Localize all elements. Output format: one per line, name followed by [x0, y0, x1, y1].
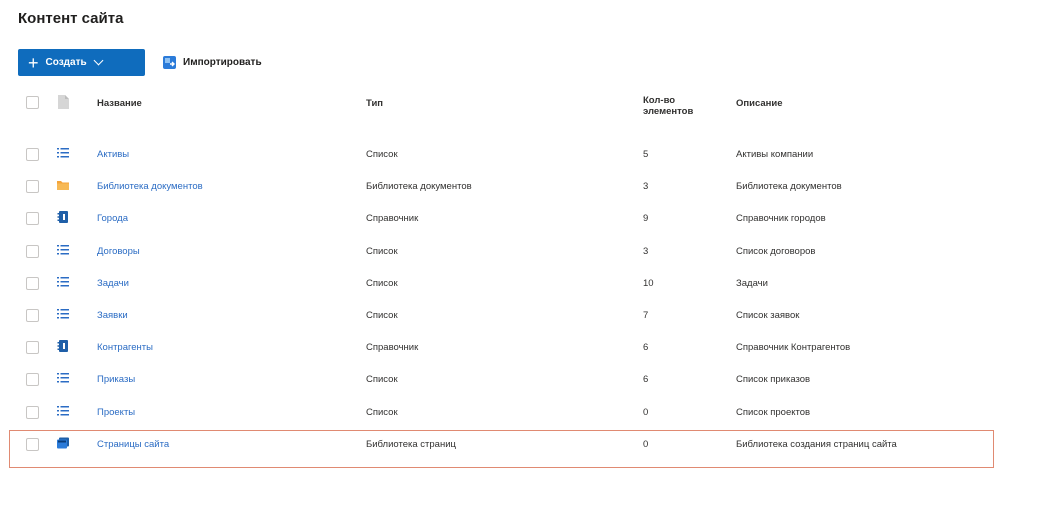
column-header-type[interactable]: Тип [366, 98, 383, 109]
item-description: Справочник Контрагентов [736, 342, 851, 354]
list-icon [57, 148, 69, 158]
import-icon [163, 56, 176, 69]
list-icon [57, 244, 69, 255]
import-button-label: Импортировать [183, 57, 262, 68]
row-checkbox[interactable] [26, 148, 39, 161]
item-count: 6 [643, 342, 649, 354]
column-header-count-line1: Кол-во [643, 95, 676, 106]
item-count: 0 [643, 438, 649, 450]
table-row[interactable]: Библиотека документов Библиотека докумен… [18, 170, 1028, 202]
chevron-down-icon [93, 55, 104, 66]
item-description: Список договоров [736, 245, 816, 257]
row-checkbox[interactable] [26, 308, 39, 322]
plus-icon: + [28, 52, 39, 73]
item-type: Список [366, 309, 398, 321]
item-count: 7 [643, 309, 649, 321]
item-name-link[interactable]: Задачи [97, 278, 129, 289]
item-name-link[interactable]: Заявки [97, 310, 128, 321]
content-list: Активы Список 5 Активы компании Библиоте… [18, 138, 1028, 460]
item-type: Список [366, 245, 398, 257]
item-name-link[interactable]: Контрагенты [97, 342, 153, 353]
item-description: Задачи [736, 277, 768, 289]
column-header-name[interactable]: Название [97, 98, 142, 109]
table-row[interactable]: Страницы сайта Библиотека страниц 0 Библ… [18, 428, 1028, 460]
table-row[interactable]: Приказы Список 6 Список приказов [18, 363, 1028, 395]
list-icon [57, 405, 69, 415]
item-name-link[interactable]: Активы [97, 149, 129, 160]
item-count: 10 [643, 277, 654, 289]
page-title: Контент сайта [18, 10, 124, 27]
toolbar: + Создать Импортировать [18, 49, 262, 76]
item-description: Активы компании [736, 149, 814, 160]
row-checkbox[interactable] [26, 244, 39, 258]
directory-icon [57, 211, 68, 224]
item-name-link[interactable]: Приказы [97, 374, 135, 385]
table-row[interactable]: Города Справочник 9 Справочник городов [18, 202, 1028, 234]
item-description: Библиотека документов [736, 181, 842, 193]
item-type: Библиотека страниц [366, 438, 456, 450]
row-checkbox[interactable] [26, 276, 39, 290]
item-name-link[interactable]: Библиотека документов [97, 181, 203, 192]
table-row[interactable]: Проекты Список 0 Список проектов [18, 396, 1028, 428]
item-type: Список [366, 374, 398, 386]
item-count: 5 [643, 149, 649, 160]
item-count: 3 [643, 245, 649, 257]
table-row[interactable]: Активы Список 5 Активы компании [18, 138, 1028, 170]
list-icon [57, 373, 69, 383]
item-type: Библиотека документов [366, 181, 472, 193]
item-type: Справочник [366, 213, 419, 225]
table-row[interactable]: Договоры Список 3 Список договоров [18, 235, 1028, 267]
item-description: Список приказов [736, 374, 811, 386]
create-button[interactable]: + Создать [18, 49, 145, 76]
row-checkbox[interactable] [26, 180, 39, 194]
column-header-count[interactable]: Кол-во элементов [643, 95, 723, 117]
column-header-count-line2: элементов [643, 106, 694, 117]
item-description: Список проектов [736, 406, 811, 418]
item-name-link[interactable]: Проекты [97, 407, 135, 418]
list-icon [57, 276, 69, 287]
table-row[interactable]: Контрагенты Справочник 6 Справочник Конт… [18, 331, 1028, 363]
item-name-link[interactable]: Города [97, 213, 128, 224]
row-checkbox[interactable] [26, 405, 39, 419]
item-name-link[interactable]: Договоры [97, 246, 140, 257]
item-type: Список [366, 149, 398, 160]
item-description: Список заявок [736, 309, 800, 321]
file-type-icon [58, 95, 69, 109]
list-icon [57, 308, 69, 319]
table-row[interactable]: Задачи Список 10 Задачи [18, 267, 1028, 299]
item-type: Список [366, 406, 398, 418]
item-description: Справочник городов [736, 213, 826, 225]
row-checkbox[interactable] [26, 373, 39, 387]
create-button-label: Создать [45, 57, 87, 68]
column-header-description[interactable]: Описание [736, 98, 783, 109]
item-count: 6 [643, 374, 649, 386]
pages-library-icon [57, 437, 69, 449]
item-count: 9 [643, 213, 649, 225]
row-checkbox[interactable] [26, 437, 39, 451]
folder-icon [57, 181, 69, 191]
directory-icon [57, 340, 68, 353]
table-header: Название Тип Кол-во элементов Описание [18, 91, 1028, 131]
row-checkbox[interactable] [26, 341, 39, 355]
item-count: 3 [643, 181, 649, 193]
item-type: Список [366, 277, 398, 289]
item-type: Справочник [366, 342, 419, 354]
row-checkbox[interactable] [26, 212, 39, 226]
item-count: 0 [643, 406, 649, 418]
select-all-checkbox[interactable] [26, 96, 39, 109]
table-row[interactable]: Заявки Список 7 Список заявок [18, 299, 1028, 331]
site-content-page: Контент сайта + Создать Импортировать На… [0, 0, 1051, 509]
import-button[interactable]: Импортировать [163, 49, 262, 76]
item-name-link[interactable]: Страницы сайта [97, 439, 169, 450]
item-description: Библиотека создания страниц сайта [736, 438, 897, 450]
